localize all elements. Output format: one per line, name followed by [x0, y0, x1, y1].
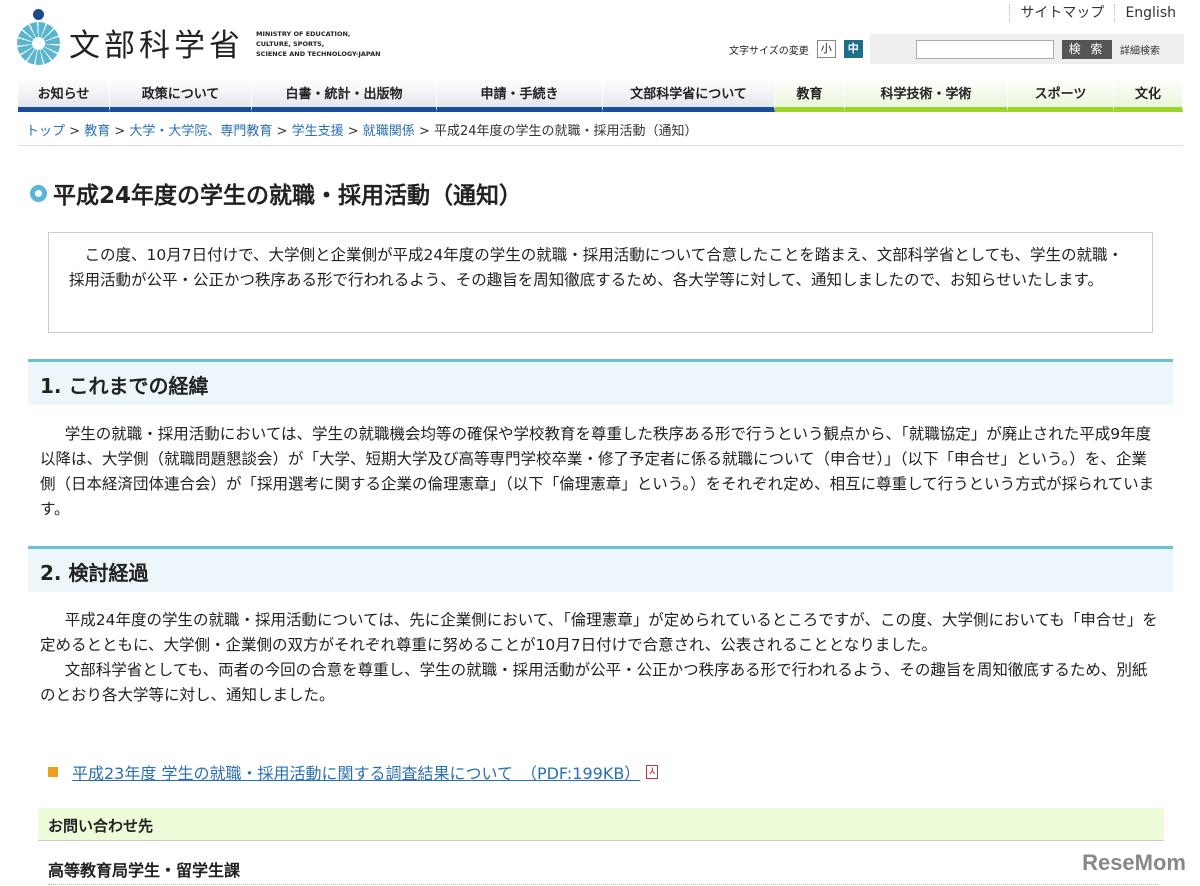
advanced-search-link[interactable]: 詳細検索 [1120, 42, 1160, 57]
page-title: 平成24年度の学生の就職・採用活動（通知） [30, 176, 522, 210]
resemom-watermark: ReseMom [1082, 850, 1186, 875]
attachment-pdf-link[interactable]: 平成23年度 学生の就職・採用活動に関する調査結果について （PDF:199KB… [72, 760, 640, 784]
section-2-paragraph-1: 平成24年度の学生の就職・採用活動については、先に企業側において、「倫理憲章」が… [40, 611, 1158, 654]
divider [18, 145, 1183, 146]
section-heading-background: 1. これまでの経緯 [28, 359, 1173, 405]
search-input[interactable] [916, 39, 1054, 59]
breadcrumb-current: 平成24年度の学生の就職・採用活動（通知） [433, 124, 698, 139]
section-1-paragraph: 学生の就職・採用活動においては、学生の就職機会均等の確保や学校教育を尊重した秩序… [40, 425, 1155, 518]
section-heading-review: 2. 検討経過 [28, 546, 1173, 592]
logo-text-jp: 文部科学省 [69, 28, 244, 64]
utility-links: サイトマップ English [1009, 4, 1186, 22]
nav-about[interactable]: 文部科学省について [603, 78, 775, 112]
nav-sports[interactable]: スポーツ [1008, 78, 1114, 112]
attachment-item: 平成23年度 学生の就職・採用活動に関する調査結果について （PDF:199KB… [48, 760, 659, 784]
nav-publications[interactable]: 白書・統計・出版物 [252, 78, 437, 112]
contact-department: 高等教育局学生・留学生課 [48, 857, 1158, 885]
nav-science[interactable]: 科学技術・学術 [845, 78, 1008, 112]
sitemap-link[interactable]: サイトマップ [1009, 4, 1114, 22]
breadcrumb-employment[interactable]: 就職関係 [363, 124, 415, 139]
nav-applications[interactable]: 申請・手続き [437, 78, 603, 112]
search-button[interactable]: 検 索 [1062, 39, 1112, 59]
font-medium-button[interactable]: 中 [843, 40, 863, 58]
breadcrumb-education[interactable]: 教育 [84, 124, 110, 139]
breadcrumb-university[interactable]: 大学・大学院、専門教育 [129, 124, 272, 139]
breadcrumb-student-support[interactable]: 学生支援 [292, 124, 344, 139]
section-2-body: 平成24年度の学生の就職・採用活動については、先に企業側において、「倫理憲章」が… [40, 608, 1160, 708]
nav-policy[interactable]: 政策について [110, 78, 252, 112]
bullet-circle-icon [30, 184, 47, 202]
global-nav: お知らせ 政策について 白書・統計・出版物 申請・手続き 文部科学省について 教… [18, 78, 1183, 112]
search-area: 検 索 詳細検索 [870, 34, 1184, 64]
nav-education[interactable]: 教育 [775, 78, 845, 112]
intro-text: この度、10月7日付けで、大学側と企業側が平成24年度の学生の就職・採用活動につ… [69, 246, 1124, 289]
page-title-text: 平成24年度の学生の就職・採用活動（通知） [53, 183, 523, 209]
logo-emblem-icon [17, 8, 61, 65]
intro-box: この度、10月7日付けで、大学側と企業側が平成24年度の学生の就職・採用活動につ… [48, 232, 1153, 333]
arrow-bullet-icon [48, 767, 58, 777]
font-small-button[interactable]: 小 [816, 40, 836, 58]
section-2-paragraph-2: 文部科学省としても、両者の今回の合意を尊重し、学生の就職・採用活動が公平・公正か… [40, 661, 1148, 704]
breadcrumb-top[interactable]: トップ [26, 124, 65, 139]
pdf-icon: ⅄ [646, 765, 659, 779]
logo-text-en: MINISTRY OF EDUCATION, CULTURE, SPORTS, SC… [256, 29, 381, 58]
breadcrumb: トップ > 教育 > 大学・大学院、専門教育 > 学生支援 > 就職関係 > 平… [26, 124, 698, 139]
contact-heading: お問い合わせ先 [38, 808, 1164, 841]
nav-news[interactable]: お知らせ [18, 78, 110, 112]
english-link[interactable]: English [1114, 4, 1186, 22]
mext-logo[interactable]: 文部科学省 MINISTRY OF EDUCATION, CULTURE, SPO… [17, 8, 381, 65]
font-size-label: 文字サイズの変更 [729, 45, 809, 57]
nav-culture[interactable]: 文化 [1114, 78, 1183, 112]
